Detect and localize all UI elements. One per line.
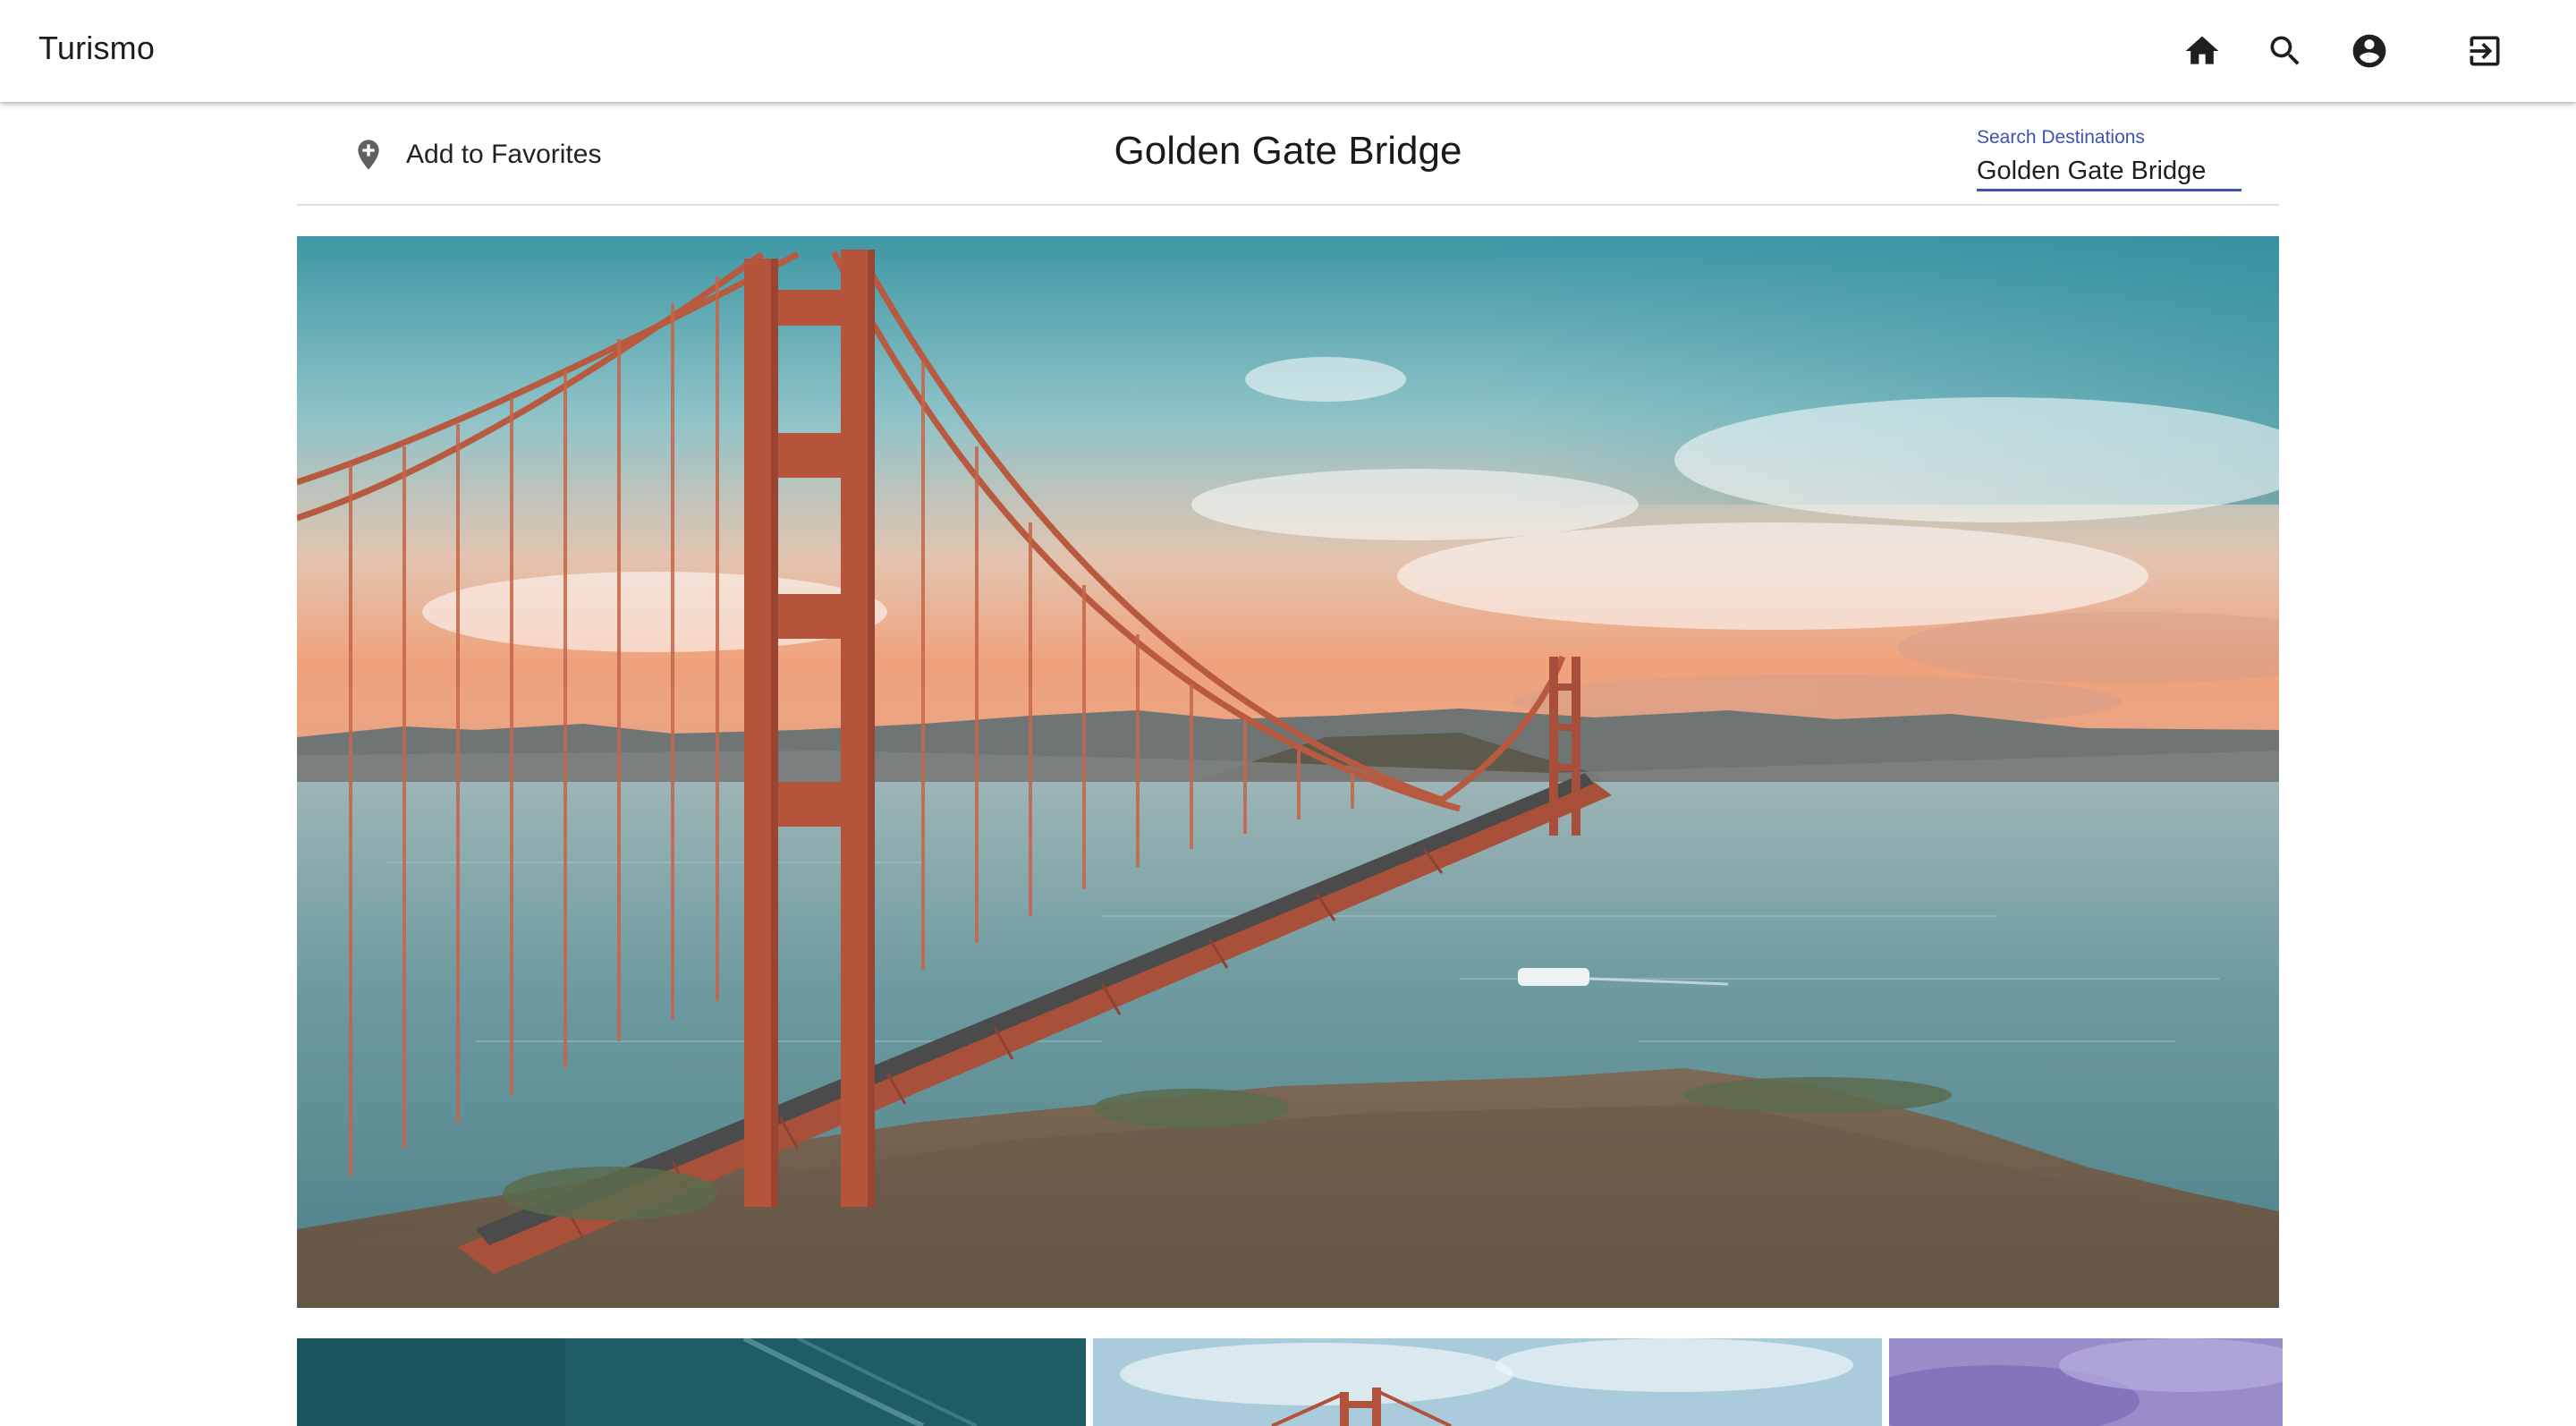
destination-header: Add to Favorites Golden Gate Bridge Sear… bbox=[297, 102, 2279, 206]
home-icon bbox=[2185, 36, 2219, 64]
add-location-icon bbox=[358, 140, 379, 170]
add-to-favorites-button[interactable]: Add to Favorites bbox=[351, 132, 601, 177]
account-button[interactable] bbox=[2341, 22, 2398, 80]
account-circle-icon bbox=[2352, 34, 2386, 68]
app-title: Turismo bbox=[38, 30, 156, 66]
search-destinations-label: Search Destinations bbox=[1977, 127, 2145, 148]
search-destinations-field: Search Destinations bbox=[1977, 115, 2241, 191]
add-to-favorites-label: Add to Favorites bbox=[406, 140, 602, 169]
gallery-thumbnail[interactable] bbox=[1093, 1338, 1882, 1426]
logout-button[interactable] bbox=[2456, 22, 2513, 80]
gallery-thumbnail[interactable] bbox=[297, 1338, 1086, 1426]
gallery-thumbnail[interactable] bbox=[1889, 1338, 2283, 1426]
destination-hero-image bbox=[297, 236, 2279, 1308]
search-icon bbox=[2270, 36, 2300, 65]
home-button[interactable] bbox=[2174, 22, 2231, 80]
search-button[interactable] bbox=[2257, 22, 2314, 80]
app-bar: Turismo bbox=[0, 0, 2576, 102]
exit-to-app-icon bbox=[2470, 36, 2500, 66]
search-destinations-input[interactable] bbox=[1977, 154, 2241, 191]
